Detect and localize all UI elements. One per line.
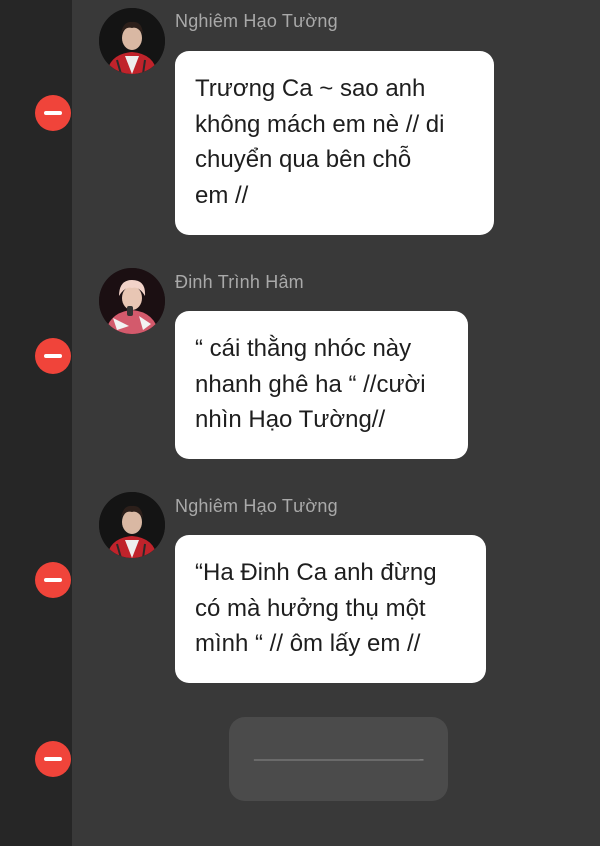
message-bubble[interactable]: “ cái thằng nhóc này nhanh ghê ha “ //cư… [175,311,468,459]
message-line: “ cái thằng nhóc này [195,335,412,362]
message-line: chuyển qua bên chỗ [195,146,412,173]
minus-icon [44,578,62,582]
avatar-red-jacket-icon [99,8,165,74]
minus-icon [44,111,62,115]
message-line: nhìn Hạo Tường// [195,406,386,433]
sender-name: Nghiêm Hạo Tường [175,496,338,516]
remove-message-button[interactable] [35,562,71,598]
message-line: “Ha Đinh Ca anh đừng [195,559,437,586]
message-line: có mà hưởng thụ một [195,594,426,622]
draft-text: ———————————- [253,751,424,768]
remove-message-button[interactable] [35,741,71,777]
avatar-pink-hair-icon [99,268,165,334]
minus-icon [44,757,62,761]
avatar[interactable] [99,268,165,334]
minus-icon [44,354,62,358]
remove-message-button[interactable] [35,95,71,131]
sender-name: Nghiêm Hạo Tường [175,11,338,31]
message-bubble[interactable]: Trương Ca ~ sao anh không mách em nè // … [175,51,494,235]
sender-name: Đinh Trình Hâm [175,272,304,292]
message-line: Trương Ca ~ sao anh [195,75,426,102]
message-line: em // [195,181,249,209]
message-line: mình “ // ôm lấy em // [195,630,421,657]
message-line: nhanh ghê ha “ //cười [195,370,426,398]
avatar[interactable] [99,492,165,558]
draft-message-bubble[interactable]: ———————————- [229,717,448,801]
message-line: không mách em nè // di [195,110,445,138]
avatar[interactable] [99,8,165,74]
message-bubble[interactable]: “Ha Đinh Ca anh đừng có mà hưởng thụ một… [175,535,486,683]
remove-message-button[interactable] [35,338,71,374]
avatar-red-jacket-icon [99,492,165,558]
